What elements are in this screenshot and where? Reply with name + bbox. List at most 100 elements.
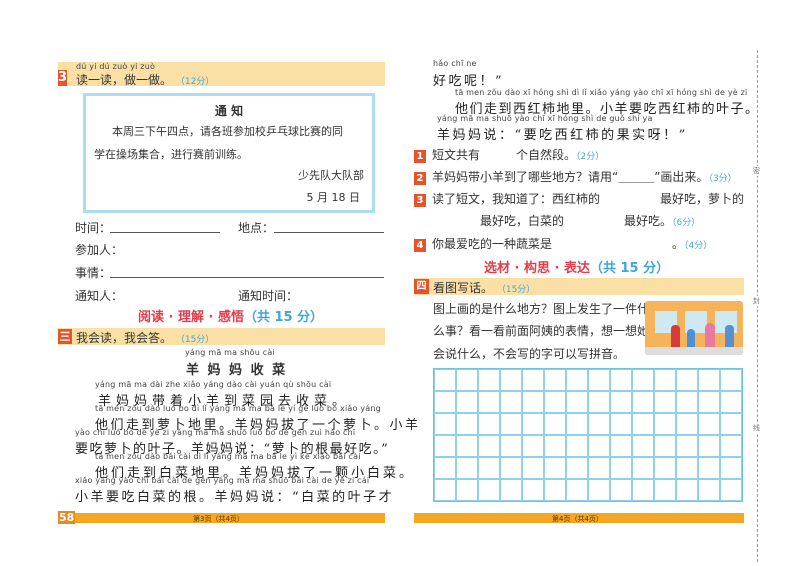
grid-cell[interactable] bbox=[478, 369, 500, 391]
grid-cell[interactable] bbox=[698, 457, 720, 479]
grid-cell[interactable] bbox=[698, 413, 720, 435]
grid-cell[interactable] bbox=[456, 413, 478, 435]
grid-cell[interactable] bbox=[500, 435, 522, 457]
grid-cell[interactable] bbox=[478, 457, 500, 479]
grid-cell[interactable] bbox=[698, 391, 720, 413]
question-score: （3分） bbox=[708, 174, 737, 184]
grid-cell[interactable] bbox=[456, 479, 478, 501]
grid-cell[interactable] bbox=[698, 435, 720, 457]
grid-cell[interactable] bbox=[566, 391, 588, 413]
grid-cell[interactable] bbox=[588, 435, 610, 457]
grid-cell[interactable] bbox=[654, 391, 676, 413]
grid-cell[interactable] bbox=[434, 413, 456, 435]
grid-cell[interactable] bbox=[478, 479, 500, 501]
grid-cell[interactable] bbox=[654, 457, 676, 479]
grid-cell[interactable] bbox=[588, 413, 610, 435]
grid-cell[interactable] bbox=[698, 369, 720, 391]
grid-cell[interactable] bbox=[456, 369, 478, 391]
grid-cell[interactable] bbox=[720, 435, 742, 457]
story-title-pinyin: yáng mā ma shōu cài bbox=[185, 348, 275, 357]
grid-cell[interactable] bbox=[500, 479, 522, 501]
grid-cell[interactable] bbox=[434, 391, 456, 413]
grid-cell[interactable] bbox=[720, 457, 742, 479]
grid-cell[interactable] bbox=[676, 479, 698, 501]
grid-cell[interactable] bbox=[676, 435, 698, 457]
grid-cell[interactable] bbox=[478, 435, 500, 457]
grid-cell[interactable] bbox=[632, 479, 654, 501]
grid-cell[interactable] bbox=[434, 457, 456, 479]
question-score: （4分） bbox=[684, 241, 713, 251]
grid-cell[interactable] bbox=[720, 413, 742, 435]
person-figure bbox=[725, 325, 734, 347]
grid-cell[interactable] bbox=[588, 391, 610, 413]
grid-cell[interactable] bbox=[632, 369, 654, 391]
grid-cell[interactable] bbox=[720, 479, 742, 501]
place-answer-line[interactable] bbox=[274, 232, 384, 233]
question-text: 读了短文，我知道了：西红柿的 最好吃，萝卜的 bbox=[432, 192, 745, 206]
grid-cell[interactable] bbox=[566, 369, 588, 391]
grid-cell[interactable] bbox=[544, 413, 566, 435]
grid-cell[interactable] bbox=[478, 413, 500, 435]
matter-answer-line[interactable] bbox=[110, 277, 384, 278]
grid-cell[interactable] bbox=[434, 479, 456, 501]
grid-cell[interactable] bbox=[500, 413, 522, 435]
grid-cell[interactable] bbox=[698, 479, 720, 501]
grid-cell[interactable] bbox=[676, 369, 698, 391]
grid-cell[interactable] bbox=[544, 457, 566, 479]
grid-cell[interactable] bbox=[544, 391, 566, 413]
time-answer-line[interactable] bbox=[110, 232, 220, 233]
grid-cell[interactable] bbox=[456, 391, 478, 413]
question-text: 短文共有 个自然段。 bbox=[432, 148, 577, 162]
grid-cell[interactable] bbox=[566, 413, 588, 435]
grid-cell[interactable] bbox=[676, 457, 698, 479]
grid-cell[interactable] bbox=[632, 413, 654, 435]
grid-cell[interactable] bbox=[566, 435, 588, 457]
grid-cell[interactable] bbox=[610, 391, 632, 413]
writing-grid[interactable] bbox=[433, 368, 743, 502]
grid-cell[interactable] bbox=[610, 479, 632, 501]
grid-cell[interactable] bbox=[456, 435, 478, 457]
grid-cell[interactable] bbox=[632, 391, 654, 413]
grid-cell[interactable] bbox=[610, 435, 632, 457]
grid-cell[interactable] bbox=[566, 457, 588, 479]
grid-cell[interactable] bbox=[610, 413, 632, 435]
grid-cell[interactable] bbox=[654, 369, 676, 391]
field-time-label: 时间： bbox=[75, 221, 112, 235]
grid-cell[interactable] bbox=[720, 369, 742, 391]
grid-cell[interactable] bbox=[522, 479, 544, 501]
grid-cell[interactable] bbox=[500, 391, 522, 413]
grid-cell[interactable] bbox=[566, 479, 588, 501]
grid-cell[interactable] bbox=[544, 479, 566, 501]
grid-cell[interactable] bbox=[588, 369, 610, 391]
grid-cell[interactable] bbox=[544, 369, 566, 391]
story-line: 小羊要吃白菜的根。羊妈妈说：“白菜的叶子才 bbox=[75, 490, 395, 505]
grid-cell[interactable] bbox=[610, 457, 632, 479]
grid-cell[interactable] bbox=[434, 369, 456, 391]
grid-cell[interactable] bbox=[654, 479, 676, 501]
grid-cell[interactable] bbox=[434, 435, 456, 457]
grid-cell[interactable] bbox=[500, 457, 522, 479]
grid-cell[interactable] bbox=[588, 457, 610, 479]
grid-cell[interactable] bbox=[522, 457, 544, 479]
grid-cell[interactable] bbox=[676, 391, 698, 413]
grid-cell[interactable] bbox=[720, 391, 742, 413]
person-figure bbox=[671, 325, 680, 347]
grid-cell[interactable] bbox=[522, 413, 544, 435]
grid-cell[interactable] bbox=[456, 457, 478, 479]
grid-cell[interactable] bbox=[544, 435, 566, 457]
grid-cell[interactable] bbox=[676, 413, 698, 435]
grid-cell[interactable] bbox=[522, 369, 544, 391]
grid-cell[interactable] bbox=[632, 435, 654, 457]
grid-cell[interactable] bbox=[610, 369, 632, 391]
story-line-pinyin: tā men zǒu dào luó bo dì lǐ yáng mā ma b… bbox=[95, 404, 381, 413]
grid-cell[interactable] bbox=[478, 391, 500, 413]
grid-cell[interactable] bbox=[522, 391, 544, 413]
grid-cell[interactable] bbox=[654, 413, 676, 435]
grid-cell[interactable] bbox=[522, 435, 544, 457]
grid-cell[interactable] bbox=[588, 479, 610, 501]
grid-cell[interactable] bbox=[654, 435, 676, 457]
grid-cell[interactable] bbox=[500, 369, 522, 391]
grid-cell[interactable] bbox=[632, 457, 654, 479]
notice-body-2: 学在操场集合，进行赛前训练。 bbox=[94, 148, 248, 161]
field-matter-label: 事情： bbox=[75, 266, 112, 280]
